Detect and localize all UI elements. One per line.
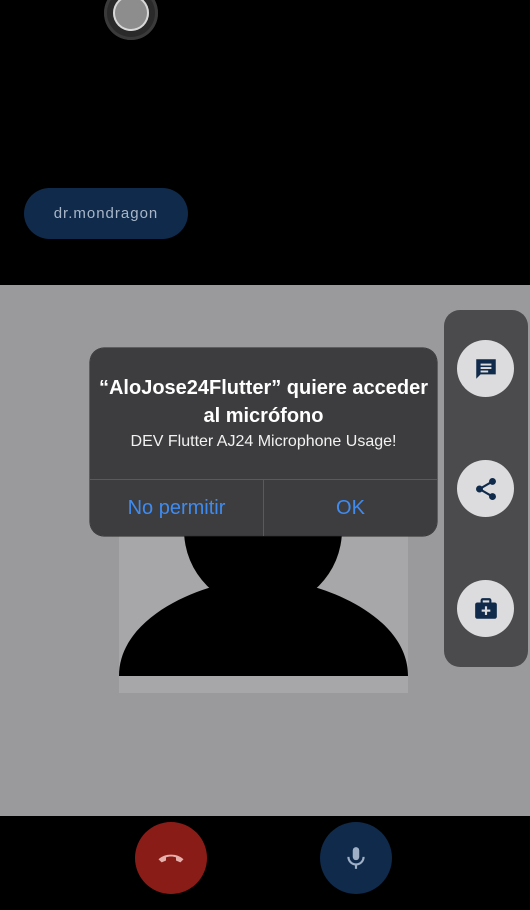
share-button[interactable] — [457, 460, 514, 517]
microphone-icon — [347, 847, 365, 869]
medical-kit-button[interactable] — [457, 580, 514, 637]
medical-kit-icon — [474, 597, 497, 619]
end-call-button[interactable] — [135, 822, 207, 894]
participant-name-chip: dr.mondragon — [24, 188, 188, 239]
chat-icon — [475, 358, 496, 379]
alert-message: DEV Flutter AJ24 Microphone Usage! — [130, 433, 397, 450]
phone-hangup-icon — [158, 854, 184, 863]
chat-button[interactable] — [457, 340, 514, 397]
switch-camera-button[interactable] — [104, 0, 158, 40]
microphone-permission-alert: “AloJose24Flutter” quiere acceder al mic… — [90, 348, 437, 536]
call-controls-bar — [0, 816, 530, 910]
microphone-button[interactable] — [320, 822, 392, 894]
remote-video-area: dr.mondragon — [0, 0, 530, 285]
avatar-placeholder — [119, 535, 408, 693]
alert-title: “AloJose24Flutter” quiere acceder al mic… — [98, 377, 428, 427]
camera-dot-icon — [113, 0, 149, 31]
side-action-panel — [444, 310, 528, 667]
share-icon — [475, 477, 496, 500]
ok-button[interactable]: OK — [264, 480, 437, 536]
person-silhouette-icon — [119, 535, 408, 676]
deny-button[interactable]: No permitir — [90, 480, 263, 536]
participant-name: dr.mondragon — [53, 205, 159, 222]
